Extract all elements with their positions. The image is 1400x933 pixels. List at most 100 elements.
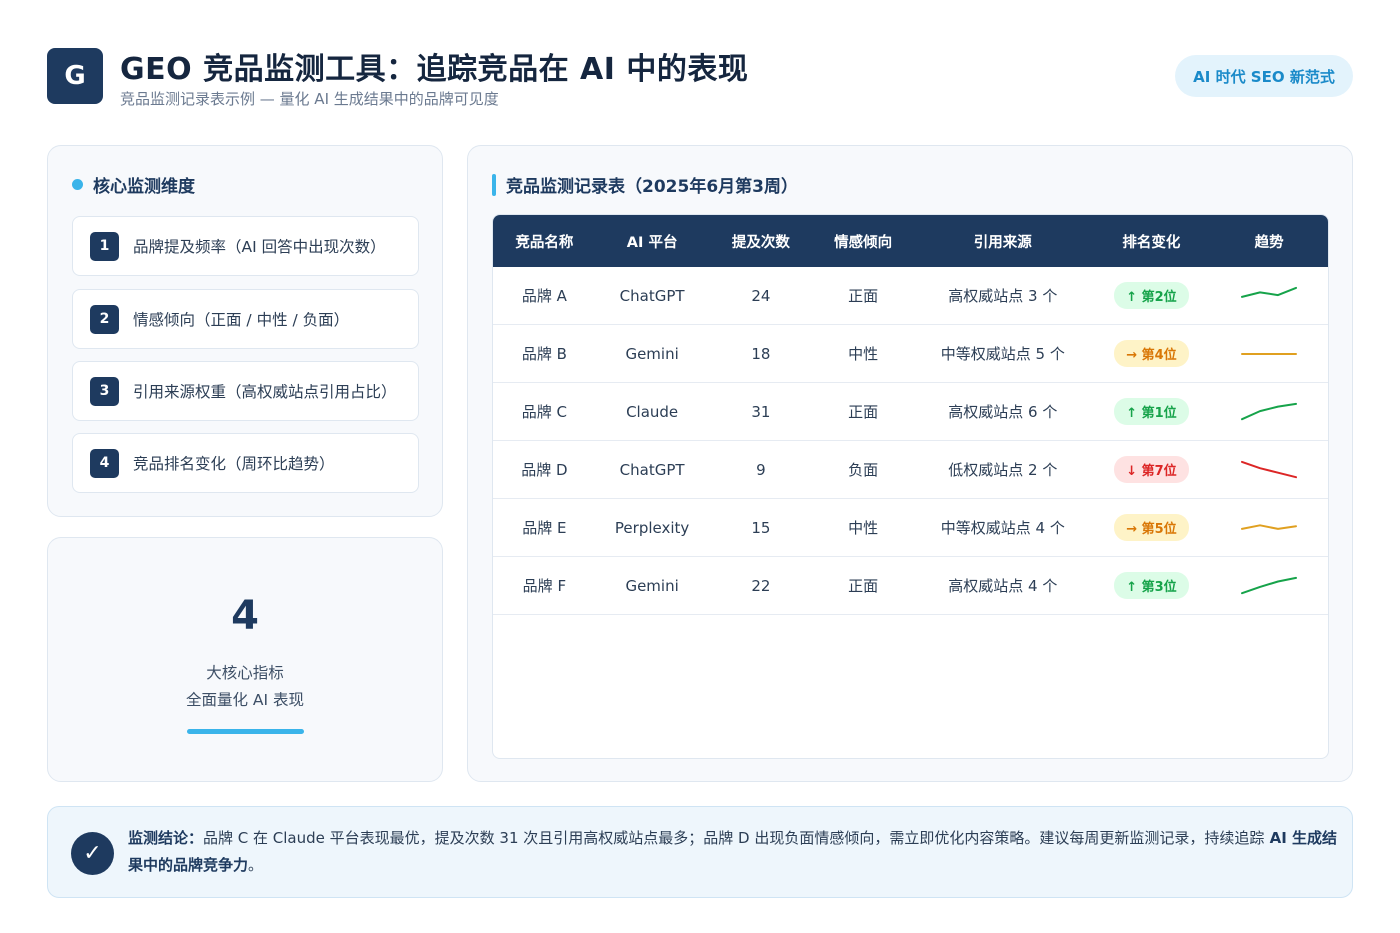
brand-name-cell: 品牌 C (521, 403, 567, 421)
dimension-label: 情感倾向（正面 / 中性 / 负面） (133, 311, 350, 329)
table-row[interactable]: 品牌 D ChatGPT 9 负面 低权威站点 2 个 ↓ 第7位 (493, 441, 1328, 499)
conclusion-end: 。 (248, 856, 264, 874)
dimension-number: 1 (90, 231, 119, 261)
dimension-card: 3 引用来源权重（高权威站点引用占比） (72, 361, 419, 421)
page-title: GEO 竞品监测工具：追踪竞品在 AI 中的表现 (120, 52, 749, 87)
rank-cell: ↑ 第2位 (1093, 282, 1211, 309)
column-header[interactable]: 竞品名称 (493, 231, 596, 252)
platform-cell: Gemini (625, 576, 679, 595)
mentions-cell: 22 (751, 576, 771, 595)
mentions-cell: 31 (751, 402, 771, 421)
rank-cell: ↓ 第7位 (1093, 456, 1211, 483)
brand-name-cell: 品牌 A (521, 287, 567, 305)
trend-cell (1210, 517, 1328, 539)
column-header[interactable]: 情感倾向 (813, 231, 913, 252)
column-header[interactable]: AI 平台 (596, 231, 709, 252)
table-row[interactable]: 品牌 B Gemini 18 中性 中等权威站点 5 个 → 第4位 (493, 325, 1328, 383)
tag-pill-label: AI 时代 SEO 新范式 (1193, 67, 1335, 86)
platform-cell: ChatGPT (619, 460, 685, 479)
platform-cell: Claude (626, 402, 679, 421)
heading-accent-bar (492, 173, 496, 196)
trend-cell (1210, 285, 1328, 307)
rank-badge: → 第5位 (1114, 514, 1189, 541)
trend-sparkline (1241, 523, 1298, 530)
dimension-label: 品牌提及频率（AI 回答中出现次数） (133, 238, 386, 256)
source-cell: 高权威站点 3 个 (948, 287, 1058, 305)
rank-cell: → 第4位 (1093, 340, 1211, 367)
column-header[interactable]: 排名变化 (1093, 231, 1211, 252)
table-row[interactable]: 品牌 F Gemini 22 正面 高权威站点 4 个 ↑ 第3位 (493, 557, 1328, 615)
rank-badge: ↑ 第2位 (1114, 282, 1189, 309)
stat-panel: 4 大核心指标 全面量化 AI 表现 (47, 537, 443, 782)
rank-badge: → 第4位 (1114, 340, 1189, 367)
conclusion-text: 监测结论：品牌 C 在 Claude 平台表现最优，提及次数 31 次且引用高权… (128, 825, 1338, 879)
rank-cell: ↑ 第3位 (1093, 572, 1211, 599)
brand-name-cell: 品牌 D (521, 461, 568, 479)
table-panel: 竞品监测记录表（2025年6月第3周） 竞品名称 AI 平台 提及次数 情感倾向… (467, 145, 1353, 782)
dimensions-heading: 核心监测维度 (72, 172, 195, 197)
dimension-label: 竞品排名变化（周环比趋势） (133, 455, 335, 473)
dimension-label: 引用来源权重（高权威站点引用占比） (133, 383, 397, 401)
trend-sparkline (1241, 460, 1298, 478)
platform-cell: ChatGPT (619, 286, 685, 305)
table-heading-text: 竞品监测记录表（2025年6月第3周） (506, 177, 798, 197)
page: G GEO 竞品监测工具：追踪竞品在 AI 中的表现 竞品监测记录表示例 — 量… (0, 0, 1400, 933)
table-row[interactable]: 品牌 E Perplexity 15 中性 中等权威站点 4 个 → 第5位 (493, 499, 1328, 557)
trend-line (1241, 523, 1298, 530)
brand-name-cell: 品牌 B (521, 345, 567, 363)
check-icon: ✓ (71, 832, 114, 875)
mentions-cell: 9 (756, 460, 766, 479)
trend-sparkline (1241, 352, 1298, 355)
stat-caption-2: 全面量化 AI 表现 (185, 691, 305, 709)
stat-value: 4 (231, 593, 259, 639)
sentiment-cell: 正面 (848, 403, 879, 421)
table-heading: 竞品监测记录表（2025年6月第3周） (492, 172, 798, 197)
trend-line (1241, 460, 1298, 478)
rank-badge: ↑ 第3位 (1114, 572, 1189, 599)
trend-cell (1210, 343, 1328, 365)
rank-badge: ↑ 第1位 (1114, 398, 1189, 425)
mentions-cell: 24 (751, 286, 771, 305)
stat-accent-bar (187, 729, 304, 734)
column-header[interactable]: 引用来源 (913, 231, 1093, 252)
brand-name-cell: 品牌 F (522, 577, 567, 595)
rank-badge: ↓ 第7位 (1114, 456, 1189, 483)
source-cell: 中等权威站点 5 个 (940, 345, 1065, 363)
trend-cell (1210, 575, 1328, 597)
trend-sparkline (1241, 576, 1298, 594)
sentiment-cell: 正面 (848, 287, 879, 305)
trend-line (1241, 402, 1298, 420)
table-header: 竞品名称 AI 平台 提及次数 情感倾向 引用来源 排名变化 趋势 (493, 215, 1328, 267)
dimension-number: 4 (90, 448, 119, 478)
dimension-number: 2 (90, 304, 119, 334)
conclusion-label: 监测结论： (128, 829, 204, 847)
trend-sparkline (1241, 402, 1298, 420)
trend-cell (1210, 401, 1328, 423)
source-cell: 中等权威站点 4 个 (940, 519, 1065, 537)
table-row[interactable]: 品牌 C Claude 31 正面 高权威站点 6 个 ↑ 第1位 (493, 383, 1328, 441)
platform-cell: Gemini (625, 344, 679, 363)
dimension-card: 1 品牌提及频率（AI 回答中出现次数） (72, 216, 419, 276)
sentiment-cell: 中性 (848, 345, 879, 363)
tag-pill[interactable]: AI 时代 SEO 新范式 (1175, 55, 1353, 97)
source-cell: 高权威站点 4 个 (948, 577, 1058, 595)
source-cell: 低权威站点 2 个 (948, 461, 1058, 479)
mentions-cell: 15 (751, 518, 771, 537)
trend-line (1241, 286, 1298, 298)
conclusion-box: ✓ 监测结论：品牌 C 在 Claude 平台表现最优，提及次数 31 次且引用… (47, 806, 1353, 898)
column-header[interactable]: 提及次数 (708, 231, 813, 252)
dimension-card: 4 竞品排名变化（周环比趋势） (72, 433, 419, 493)
dimensions-heading-text: 核心监测维度 (93, 177, 195, 197)
brand-name-cell: 品牌 E (522, 519, 567, 537)
conclusion-body: 品牌 C 在 Claude 平台表现最优，提及次数 31 次且引用高权威站点最多… (203, 829, 1265, 847)
mentions-cell: 18 (751, 344, 771, 363)
brand-logo: G (47, 48, 103, 104)
table-body: 品牌 A ChatGPT 24 正面 高权威站点 3 个 ↑ 第2位品牌 B Gemini 1… (493, 267, 1328, 615)
logo-letter: G (64, 61, 86, 91)
table-row[interactable]: 品牌 A ChatGPT 24 正面 高权威站点 3 个 ↑ 第2位 (493, 267, 1328, 325)
column-header[interactable]: 趋势 (1210, 231, 1328, 252)
rank-cell: ↑ 第1位 (1093, 398, 1211, 425)
sentiment-cell: 负面 (848, 461, 879, 479)
sentiment-cell: 正面 (848, 577, 879, 595)
platform-cell: Perplexity (614, 518, 690, 537)
